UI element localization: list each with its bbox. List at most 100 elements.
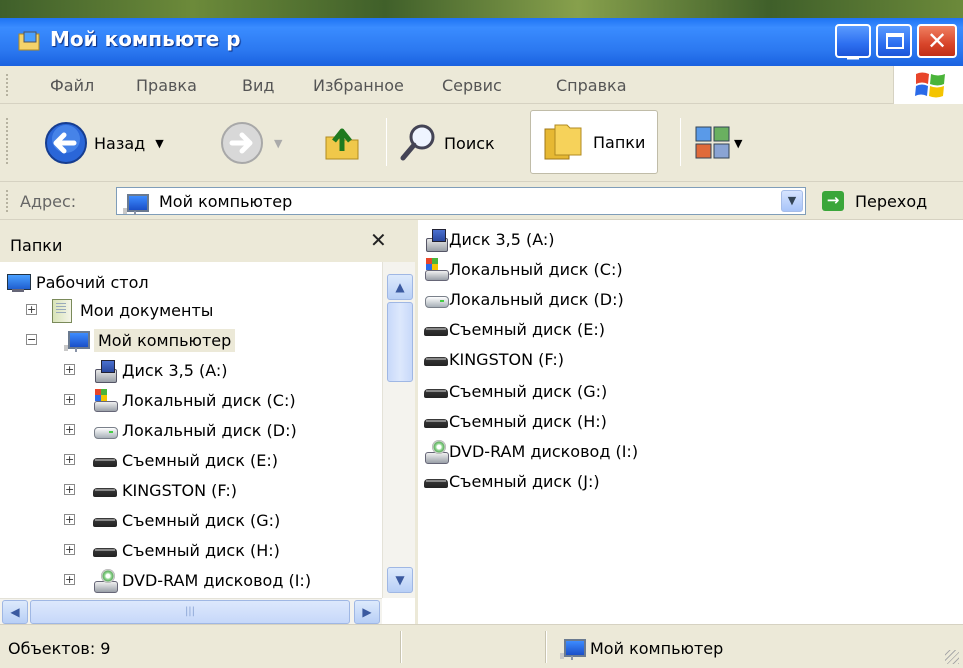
tree-item-label: KINGSTON (F:) <box>122 480 237 500</box>
go-arrow-icon[interactable]: → <box>822 191 844 211</box>
tree-item-drive[interactable]: + Съемный диск (E:) <box>64 446 278 474</box>
expand-icon[interactable]: + <box>26 304 37 315</box>
expand-icon[interactable]: + <box>64 514 75 525</box>
horizontal-scrollbar[interactable]: ◀ ||| ▶ <box>0 598 382 624</box>
vertical-scrollbar[interactable]: ▲ ▼ <box>382 262 415 598</box>
system-disk-icon <box>92 389 118 412</box>
menu-favorites[interactable]: Избранное <box>313 76 404 95</box>
standard-toolbar: Назад ▼ ▼ Поиск Папки ▼ <box>0 104 963 182</box>
forward-arrow-icon <box>221 122 263 164</box>
menu-file[interactable]: Файл <box>50 76 94 95</box>
address-bar: Адрес: Мой компьютер ▼ → Переход <box>0 182 963 220</box>
horizontal-scroll-thumb[interactable]: ||| <box>30 600 350 624</box>
list-item[interactable]: Локальный диск (C:) <box>423 254 623 284</box>
list-item[interactable]: Диск 3,5 (A:) <box>423 224 555 254</box>
menu-tools[interactable]: Сервис <box>442 76 502 95</box>
list-item-label: Диск 3,5 (A:) <box>449 229 555 249</box>
removable-disk-icon <box>92 479 117 501</box>
scroll-down-button[interactable]: ▼ <box>387 567 413 593</box>
tree-item-drive[interactable]: + Диск 3,5 (A:) <box>64 356 228 384</box>
expand-icon[interactable]: + <box>64 544 75 555</box>
menu-grip[interactable] <box>6 74 9 96</box>
system-disk-icon <box>423 258 449 281</box>
folder-tree[interactable]: Рабочий стол + Мои документы − Мой компь… <box>0 262 382 598</box>
expand-icon[interactable]: + <box>64 454 75 465</box>
menu-bar: Файл Правка Вид Избранное Сервис Справка <box>0 66 963 104</box>
tree-item-drive[interactable]: + Локальный диск (D:) <box>64 416 297 444</box>
list-item[interactable]: Съемный диск (H:) <box>423 406 607 436</box>
menu-edit[interactable]: Правка <box>136 76 197 95</box>
list-item-label: DVD-RAM дисковод (I:) <box>449 441 639 461</box>
forward-dropdown-icon[interactable]: ▼ <box>274 137 282 150</box>
tree-item-desktop[interactable]: Рабочий стол <box>6 268 149 296</box>
menu-help[interactable]: Справка <box>556 76 627 95</box>
tree-item-label: Локальный диск (D:) <box>122 420 297 440</box>
tree-item-my-computer[interactable]: − Мой компьютер <box>26 326 236 354</box>
removable-disk-icon <box>92 539 117 561</box>
up-folder-button[interactable] <box>320 110 364 176</box>
desktop-background-strip <box>0 0 963 18</box>
collapse-icon[interactable]: − <box>26 334 37 345</box>
tree-item-drive[interactable]: + KINGSTON (F:) <box>64 476 237 504</box>
menu-view[interactable]: Вид <box>242 76 274 95</box>
folders-button[interactable]: Папки <box>530 110 659 174</box>
back-dropdown-icon[interactable]: ▼ <box>155 137 163 150</box>
list-item[interactable]: Съемный диск (E:) <box>423 314 605 344</box>
scroll-left-button[interactable]: ◀ <box>2 600 28 624</box>
folders-label: Папки <box>593 132 646 152</box>
list-item-label: Съемный диск (J:) <box>449 471 600 491</box>
close-pane-button[interactable]: ✕ <box>370 228 387 252</box>
close-icon: ✕ <box>926 27 948 55</box>
window-title: Мой компьюте р <box>50 27 241 51</box>
views-button[interactable]: ▼ <box>694 110 742 176</box>
list-item-label: Съемный диск (H:) <box>449 411 607 431</box>
list-item[interactable]: KINGSTON (F:) <box>423 344 564 374</box>
list-item[interactable]: DVD-RAM дисковод (I:) <box>423 436 638 466</box>
toolbar-separator <box>680 118 681 166</box>
list-item[interactable]: Съемный диск (G:) <box>423 376 607 406</box>
my-computer-folder-icon <box>18 31 40 51</box>
folders-pane: Папки ✕ Рабочий стол + Мои документы − М… <box>0 220 418 624</box>
address-value: Мой компьютер <box>159 192 293 211</box>
list-item-label: Локальный диск (D:) <box>449 289 624 309</box>
address-input[interactable]: Мой компьютер ▼ <box>116 187 806 215</box>
address-grip[interactable] <box>6 190 9 212</box>
tree-item-my-documents[interactable]: + Мои документы <box>26 296 213 324</box>
list-item[interactable]: Локальный диск (D:) <box>423 284 624 314</box>
go-button[interactable]: Переход <box>855 192 927 211</box>
tree-item-drive[interactable]: + Локальный диск (C:) <box>64 386 296 414</box>
list-item-label: Съемный диск (E:) <box>449 319 605 339</box>
removable-disk-icon <box>423 348 448 370</box>
list-item[interactable]: Съемный диск (J:) <box>423 466 600 496</box>
back-button[interactable]: Назад ▼ <box>44 110 164 176</box>
tree-item-drive[interactable]: + DVD-RAM дисковод (I:) <box>64 566 311 594</box>
maximize-icon <box>886 33 904 49</box>
hard-disk-icon <box>92 419 118 441</box>
expand-icon[interactable]: + <box>64 424 75 435</box>
address-dropdown-button[interactable]: ▼ <box>781 190 803 212</box>
forward-button[interactable]: ▼ <box>220 110 282 176</box>
resize-grip-icon[interactable] <box>945 650 959 664</box>
minimize-button[interactable]: _ <box>835 24 871 60</box>
expand-icon[interactable]: + <box>64 364 75 375</box>
views-dropdown-icon[interactable]: ▼ <box>734 137 742 150</box>
tree-item-drive[interactable]: + Съемный диск (G:) <box>64 506 280 534</box>
tree-item-label: DVD-RAM дисковод (I:) <box>122 570 312 590</box>
scroll-right-button[interactable]: ▶ <box>354 600 380 624</box>
close-button[interactable]: ✕ <box>917 24 957 58</box>
search-button[interactable]: Поиск <box>398 110 495 176</box>
expand-icon[interactable]: + <box>64 394 75 405</box>
status-location: Мой компьютер <box>560 637 723 659</box>
scroll-thumb[interactable] <box>387 302 413 382</box>
folders-icon <box>544 124 582 160</box>
tree-item-drive[interactable]: + Съемный диск (H:) <box>64 536 280 564</box>
toolbar-grip[interactable] <box>6 118 9 164</box>
scroll-up-button[interactable]: ▲ <box>387 274 413 300</box>
expand-icon[interactable]: + <box>64 484 75 495</box>
floppy-drive-icon <box>92 359 117 383</box>
removable-disk-icon <box>92 509 117 531</box>
drives-list[interactable]: Диск 3,5 (A:) Локальный диск (C:) Локаль… <box>421 220 963 624</box>
my-computer-icon <box>560 637 586 659</box>
expand-icon[interactable]: + <box>64 574 75 585</box>
maximize-button[interactable] <box>876 24 912 58</box>
